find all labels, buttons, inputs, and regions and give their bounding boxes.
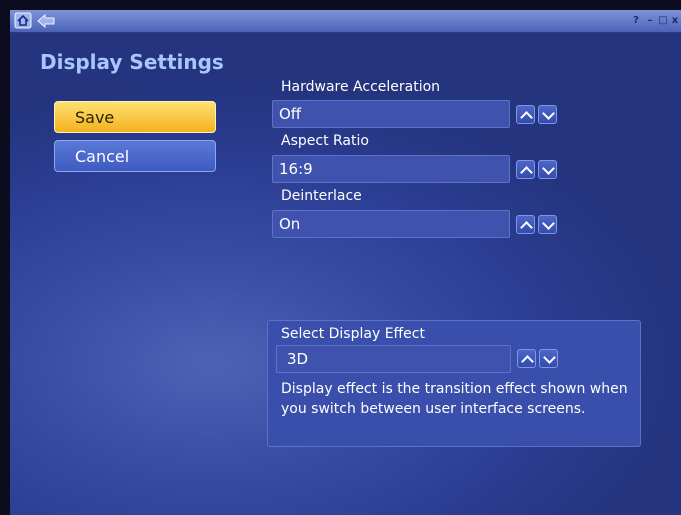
- deinterlace-value[interactable]: On: [272, 210, 510, 238]
- media-center-window: ? – □ x Display Settings Save Cancel Har…: [10, 10, 681, 515]
- chevron-down-icon[interactable]: [538, 215, 557, 234]
- title-bar: ? – □ x: [10, 10, 681, 33]
- chevron-up-icon[interactable]: [516, 215, 535, 234]
- deinterlace-spinner: [516, 215, 560, 235]
- help-icon: ?: [633, 14, 639, 26]
- chevron-up-icon[interactable]: [516, 105, 535, 124]
- hardware-acceleration-label: Hardware Acceleration: [281, 79, 441, 95]
- chevron-down-icon[interactable]: [538, 105, 557, 124]
- aspect-ratio-value[interactable]: 16:9: [272, 155, 510, 183]
- display-effect-panel: Select Display Effect 3D Display effect …: [267, 320, 641, 447]
- chevron-down-icon[interactable]: [538, 160, 557, 179]
- back-arrow-icon[interactable]: [36, 13, 56, 29]
- minimize-icon: –: [647, 14, 653, 26]
- close-icon: x: [671, 14, 679, 26]
- page-title: Display Settings: [40, 50, 224, 74]
- display-effect-description: Display effect is the transition effect …: [281, 381, 628, 417]
- display-effect-value[interactable]: 3D: [276, 345, 511, 373]
- close-button[interactable]: x: [667, 12, 681, 28]
- display-effect-label: Select Display Effect: [281, 326, 425, 342]
- save-button[interactable]: Save: [54, 101, 216, 133]
- hardware-acceleration-value[interactable]: Off: [272, 100, 510, 128]
- deinterlace-label: Deinterlace: [281, 188, 362, 204]
- cancel-button[interactable]: Cancel: [54, 140, 216, 172]
- chevron-up-icon[interactable]: [516, 160, 535, 179]
- hardware-acceleration-spinner: [516, 105, 560, 125]
- display-effect-spinner: [517, 349, 558, 368]
- aspect-ratio-spinner: [516, 160, 560, 180]
- home-icon[interactable]: [14, 12, 32, 29]
- chevron-up-icon[interactable]: [517, 349, 536, 368]
- chevron-down-icon[interactable]: [539, 349, 558, 368]
- aspect-ratio-label: Aspect Ratio: [281, 133, 369, 149]
